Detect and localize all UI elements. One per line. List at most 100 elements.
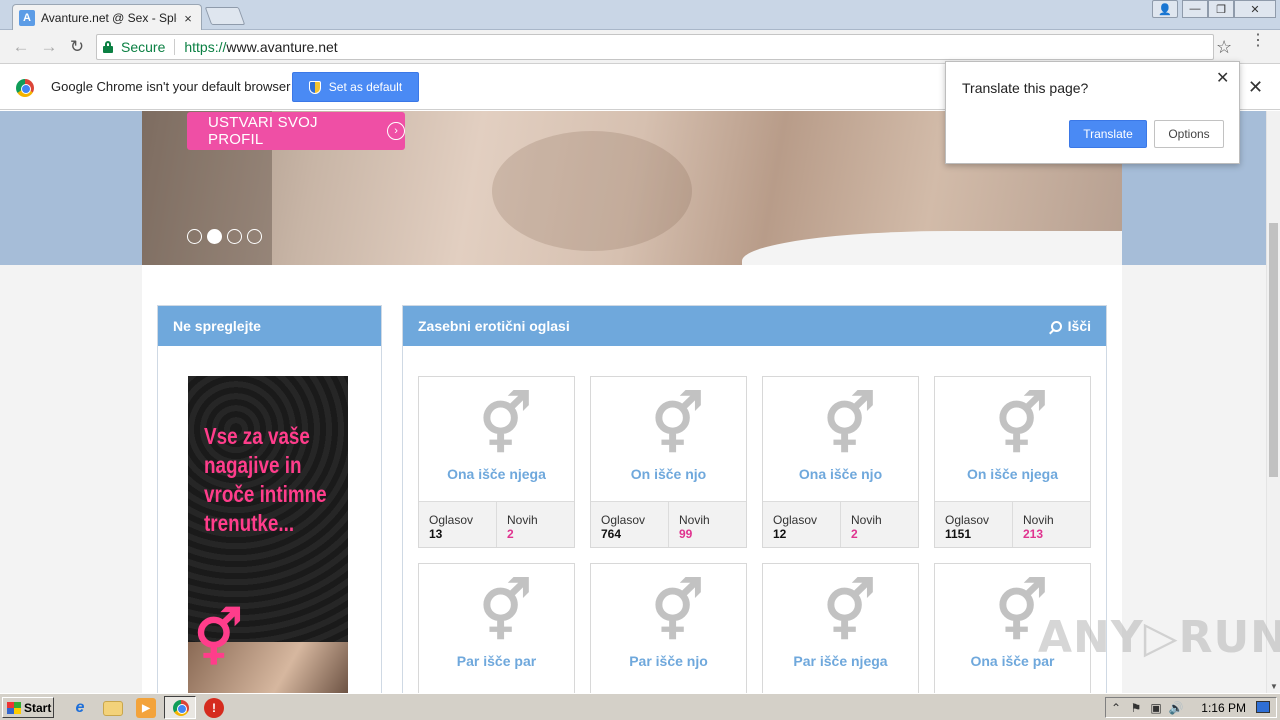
ads-panel-header: Zasebni erotični oglasi Išči (403, 306, 1106, 346)
gender-symbol-icon: ⚥ (479, 392, 531, 457)
translate-options-button[interactable]: Options (1154, 120, 1224, 148)
category-card[interactable]: ⚥ Ona išče njo Oglasov 12 Novih 2 (762, 376, 919, 548)
category-label: On išče njo (630, 466, 707, 482)
window-close-button[interactable]: ✕ (1234, 0, 1276, 18)
stop-icon[interactable]: ! (204, 698, 224, 718)
system-clock[interactable]: 1:16 PM (1201, 701, 1246, 715)
chrome-icon (173, 700, 189, 716)
category-card[interactable]: ⚥ On išče njega Oglasov 1151 Novih 213 (934, 376, 1091, 548)
ads-count-label: Oglasov (429, 513, 474, 527)
set-as-default-button[interactable]: Set as default (292, 72, 419, 102)
back-button[interactable]: ← (10, 36, 32, 58)
network-icon[interactable]: ▣ (1146, 701, 1166, 715)
category-stats: Oglasov 12 Novih 2 (763, 501, 918, 547)
gender-symbol-icon: ⚥ (651, 579, 703, 644)
anyrun-watermark: ANY▷RUN (1038, 612, 1280, 663)
folder-icon[interactable] (103, 701, 123, 716)
forward-button[interactable]: → (38, 36, 60, 58)
slider-dots (187, 229, 262, 244)
category-label: Par išče njega (793, 653, 888, 669)
category-stats: Oglasov 764 Novih 99 (591, 501, 746, 547)
page-scrollbar[interactable]: ▼ (1266, 111, 1280, 693)
show-desktop-icon[interactable] (1256, 701, 1270, 713)
browser-toolbar: ← → ↻ Secure https://www.avanture.net 文A… (0, 30, 1280, 64)
new-count-label: Novih (507, 513, 538, 527)
gender-symbol-icon: ⚥ (651, 392, 703, 457)
start-label: Start (24, 700, 52, 715)
create-profile-button[interactable]: USTVARI SVOJ PROFIL › (187, 112, 405, 150)
translate-button[interactable]: Translate (1069, 120, 1147, 148)
category-card[interactable]: ⚥ On išče njo Oglasov 764 Novih 99 (590, 376, 747, 548)
windows-logo-icon (7, 701, 21, 714)
category-stats: Oglasov 1151 Novih 213 (935, 501, 1090, 547)
set-as-default-label: Set as default (328, 80, 403, 94)
tray-expand-icon[interactable]: ⌃ (1106, 701, 1126, 715)
search-label: Išči (1067, 318, 1091, 334)
category-card[interactable]: ⚥ Ona išče njega Oglasov 13 Novih 2 (418, 376, 575, 548)
category-label: Par išče par (456, 653, 537, 669)
ads-panel-title: Zasebni erotični oglasi (418, 318, 570, 334)
new-count: 2 (507, 527, 514, 541)
chrome-taskbar-button[interactable] (164, 696, 196, 719)
new-tab-button[interactable] (204, 7, 246, 25)
scroll-down-icon[interactable]: ▼ (1270, 682, 1278, 691)
infobar-close-icon[interactable]: ✕ (1248, 77, 1263, 98)
chrome-menu-icon[interactable]: ⋮ (1250, 33, 1266, 49)
gender-symbol-icon: ⚥ (995, 392, 1047, 457)
shield-icon (308, 80, 321, 94)
translate-popup: Translate this page? ✕ Translate Options (945, 61, 1240, 164)
reload-button[interactable]: ↻ (66, 36, 88, 58)
minimize-button[interactable]: — (1182, 0, 1208, 18)
infobar-message: Google Chrome isn't your default browser (51, 79, 291, 94)
start-button[interactable]: Start (2, 697, 54, 718)
address-separator (174, 39, 176, 55)
address-bar[interactable]: Secure https://www.avanture.net 文A (96, 34, 1214, 60)
new-count: 2 (851, 527, 858, 541)
new-count: 99 (679, 527, 693, 541)
category-stats: Oglasov 13 Novih 2 (419, 501, 574, 547)
ad-text: Vse za vaše nagajive in vroče intimne tr… (204, 423, 327, 536)
slider-dot[interactable] (227, 229, 242, 244)
slider-dot[interactable] (247, 229, 262, 244)
url-scheme: https:// (184, 39, 227, 55)
ads-count-label: Oglasov (601, 513, 646, 527)
tab-title: Avanture.net @ Sex - Splet (41, 11, 177, 25)
tab-close-icon[interactable]: × (181, 11, 195, 26)
slider-dot-active[interactable] (207, 229, 222, 244)
translate-question: Translate this page? (962, 80, 1089, 96)
ads-count: 1151 (945, 527, 972, 541)
ads-count: 13 (429, 527, 443, 541)
url-host: www.avanture.net (226, 39, 338, 55)
profile-icon[interactable]: 👤 (1152, 0, 1178, 18)
scrollbar-thumb[interactable] (1269, 223, 1278, 477)
url-text: https://www.avanture.net (184, 39, 337, 55)
gender-symbol-icon: ⚥ (194, 609, 243, 669)
new-count-label: Novih (1023, 513, 1054, 527)
ads-panel: Zasebni erotični oglasi Išči ⚥ Ona išče … (402, 305, 1107, 720)
gender-symbol-icon: ⚥ (479, 579, 531, 644)
translate-close-icon[interactable]: ✕ (1216, 68, 1229, 88)
featured-panel: Ne spreglejte Vse za vaše nagajive in vr… (157, 305, 382, 696)
arrow-circle-icon: › (387, 122, 405, 140)
ads-count-label: Oglasov (945, 513, 990, 527)
ads-count: 764 (601, 527, 622, 541)
search-link[interactable]: Išči (1050, 318, 1091, 334)
new-count: 213 (1023, 527, 1044, 541)
internet-explorer-icon[interactable]: e (70, 698, 90, 718)
advertisement-banner[interactable]: Vse za vaše nagajive in vroče intimne tr… (188, 376, 348, 696)
slider-dot[interactable] (187, 229, 202, 244)
browser-tab[interactable]: A Avanture.net @ Sex - Splet × (12, 4, 202, 31)
lock-icon (103, 41, 113, 53)
main-content: Ne spreglejte Vse za vaše nagajive in vr… (142, 265, 1122, 720)
volume-icon[interactable]: 🔊 (1166, 701, 1186, 715)
system-tray: ⌃ ⚑ ▣ 🔊 1:16 PM (1105, 697, 1277, 718)
media-player-icon[interactable]: ▶ (136, 698, 156, 718)
maximize-button[interactable]: ❐ (1208, 0, 1234, 18)
gender-symbol-icon: ⚥ (823, 579, 875, 644)
new-count-label: Novih (679, 513, 710, 527)
new-count-label: Novih (851, 513, 882, 527)
featured-panel-title: Ne spreglejte (158, 306, 381, 346)
action-center-flag-icon[interactable]: ⚑ (1126, 701, 1146, 715)
category-label: Ona išče njo (798, 466, 883, 482)
bookmark-star-icon[interactable]: ☆ (1216, 37, 1232, 58)
